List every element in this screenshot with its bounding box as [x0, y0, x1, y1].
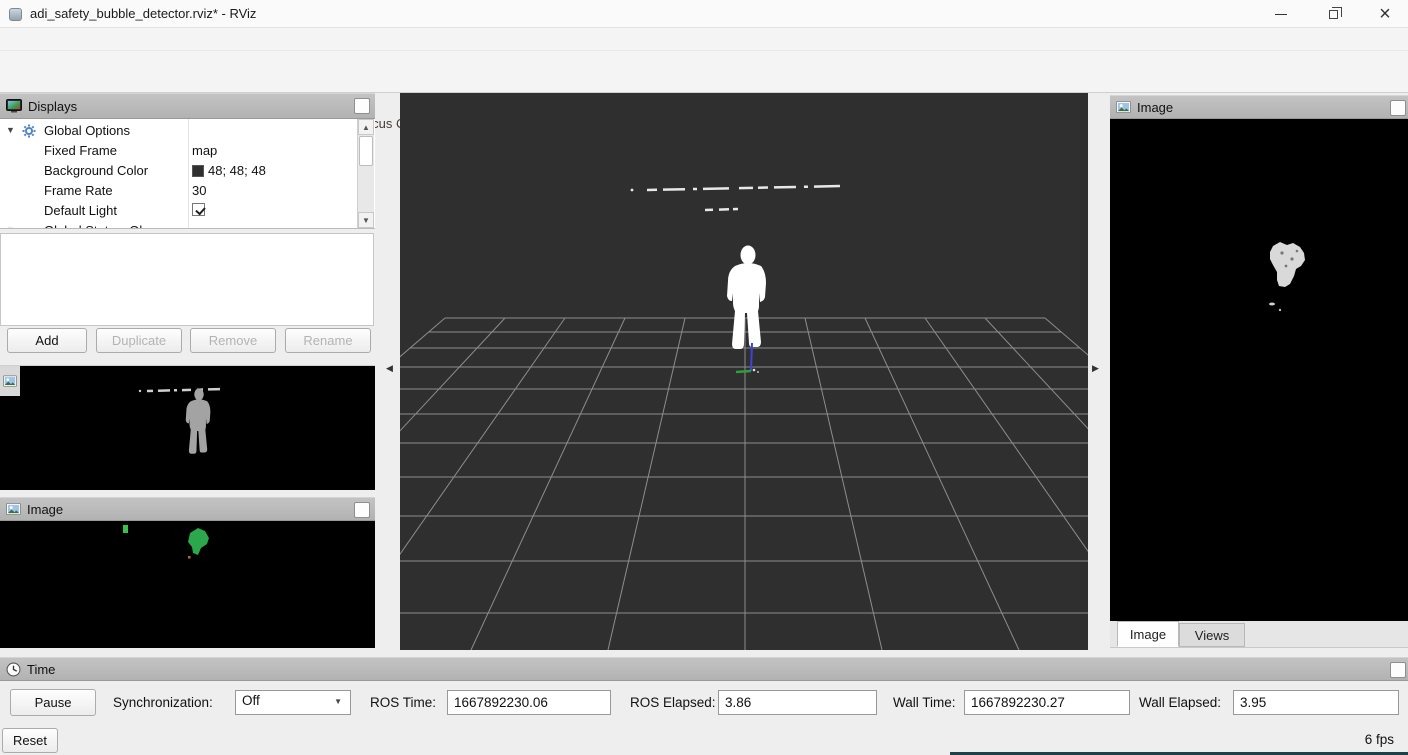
duplicate-button[interactable]: Duplicate: [96, 328, 182, 353]
synchronization-label: Synchronization:: [113, 695, 213, 710]
minimize-button[interactable]: [1258, 0, 1304, 28]
float-panel-button[interactable]: [1390, 662, 1406, 678]
add-button[interactable]: Add: [7, 328, 87, 353]
time-panel-header: Time: [0, 657, 1408, 681]
displays-tree: ▼ Global Options Fixed Frame map Backgro…: [0, 119, 375, 229]
menu-bar: File Panels Help: [0, 28, 1408, 50]
displays-panel-header: Displays: [0, 93, 375, 119]
tab-views[interactable]: Views: [1179, 623, 1245, 647]
collapse-arrow-icon[interactable]: ▼: [6, 225, 15, 229]
floor-grid: [400, 318, 1088, 650]
tab-image[interactable]: Image: [1117, 621, 1179, 647]
right-image-content: [1110, 119, 1408, 621]
restore-icon: [1329, 10, 1338, 19]
detection-image-content: [0, 521, 375, 648]
tree-row-global-status[interactable]: ▼ Global Status: Ok: [0, 221, 357, 229]
synchronization-select[interactable]: Off ▼: [235, 690, 351, 715]
pause-button[interactable]: Pause: [10, 689, 96, 716]
gear-icon: [22, 124, 36, 138]
tree-row-frame-rate[interactable]: Frame Rate 30: [0, 181, 357, 201]
app-icon: [9, 8, 22, 21]
viewport-scene: [400, 93, 1088, 650]
title-bar[interactable]: adi_safety_bubble_detector.rviz* - RViz …: [0, 0, 1408, 28]
wall-elapsed-label: Wall Elapsed:: [1139, 695, 1221, 710]
scrollbar-thumb[interactable]: [359, 136, 373, 166]
person-pointcloud: [727, 246, 766, 350]
ros-elapsed-input[interactable]: [718, 690, 877, 715]
window-title: adi_safety_bubble_detector.rviz* - RViz: [30, 6, 256, 21]
collapse-arrow-icon[interactable]: ▼: [6, 125, 15, 135]
tree-scrollbar[interactable]: ▲ ▼: [357, 119, 374, 229]
right-panel-title: Image: [1137, 100, 1173, 115]
chevron-down-icon: ▼: [334, 697, 342, 706]
toolbar: ☝ Interact Move Camera Select Focus Came…: [0, 50, 1408, 93]
float-panel-button[interactable]: [354, 98, 370, 114]
ros-elapsed-label: ROS Elapsed:: [630, 695, 716, 710]
image-icon: [1116, 101, 1131, 113]
left-splitter-collapse-arrow[interactable]: ◀: [386, 363, 393, 374]
detection-image-view: [0, 521, 375, 648]
depth-image-view: [0, 365, 375, 490]
render-viewport-3d[interactable]: [400, 93, 1088, 650]
right-splitter-collapse-arrow[interactable]: ▶: [1092, 363, 1099, 374]
tree-row-default-light[interactable]: Default Light: [0, 201, 357, 221]
status-ok-check-icon: [26, 226, 35, 229]
scroll-up-arrow[interactable]: ▲: [358, 119, 374, 135]
ros-time-label: ROS Time:: [370, 695, 436, 710]
color-swatch: [192, 165, 204, 177]
right-panel-header: Image: [1110, 95, 1408, 119]
float-panel-button[interactable]: [1390, 100, 1406, 116]
clock-icon: [6, 662, 21, 677]
tree-row-global-options[interactable]: ▼ Global Options: [0, 121, 357, 141]
fps-indicator: 6 fps: [1365, 732, 1394, 747]
image-panel-bottom-title: Image: [27, 502, 63, 517]
image-icon: [6, 503, 21, 515]
remove-button[interactable]: Remove: [190, 328, 276, 353]
wall-time-input[interactable]: [964, 690, 1130, 715]
tree-row-fixed-frame[interactable]: Fixed Frame map: [0, 141, 357, 161]
image-panel-bottom-header: Image: [0, 497, 375, 521]
wall-time-label: Wall Time:: [893, 695, 956, 710]
wall-elapsed-input[interactable]: [1233, 690, 1399, 715]
scroll-down-arrow[interactable]: ▼: [358, 212, 374, 228]
reset-button[interactable]: Reset: [2, 728, 58, 753]
rename-button[interactable]: Rename: [285, 328, 371, 353]
displays-panel-title: Displays: [28, 99, 77, 114]
time-panel-title: Time: [27, 662, 55, 677]
displays-list-empty: [0, 233, 374, 326]
close-button[interactable]: ×: [1362, 0, 1408, 28]
tree-row-background-color[interactable]: Background Color 48; 48; 48: [0, 161, 357, 181]
default-light-checkbox[interactable]: [192, 203, 205, 216]
ceiling-pointcloud: [631, 186, 843, 210]
restore-button[interactable]: [1310, 0, 1356, 28]
ros-time-input[interactable]: [447, 690, 611, 715]
float-panel-button[interactable]: [354, 502, 370, 518]
right-image-view: [1110, 119, 1408, 621]
depth-image-content: [0, 366, 375, 491]
right-panel-tabbar: Image Views: [1110, 621, 1408, 648]
monitor-icon: [6, 99, 22, 113]
rviz-window: adi_safety_bubble_detector.rviz* - RViz …: [0, 0, 1408, 755]
